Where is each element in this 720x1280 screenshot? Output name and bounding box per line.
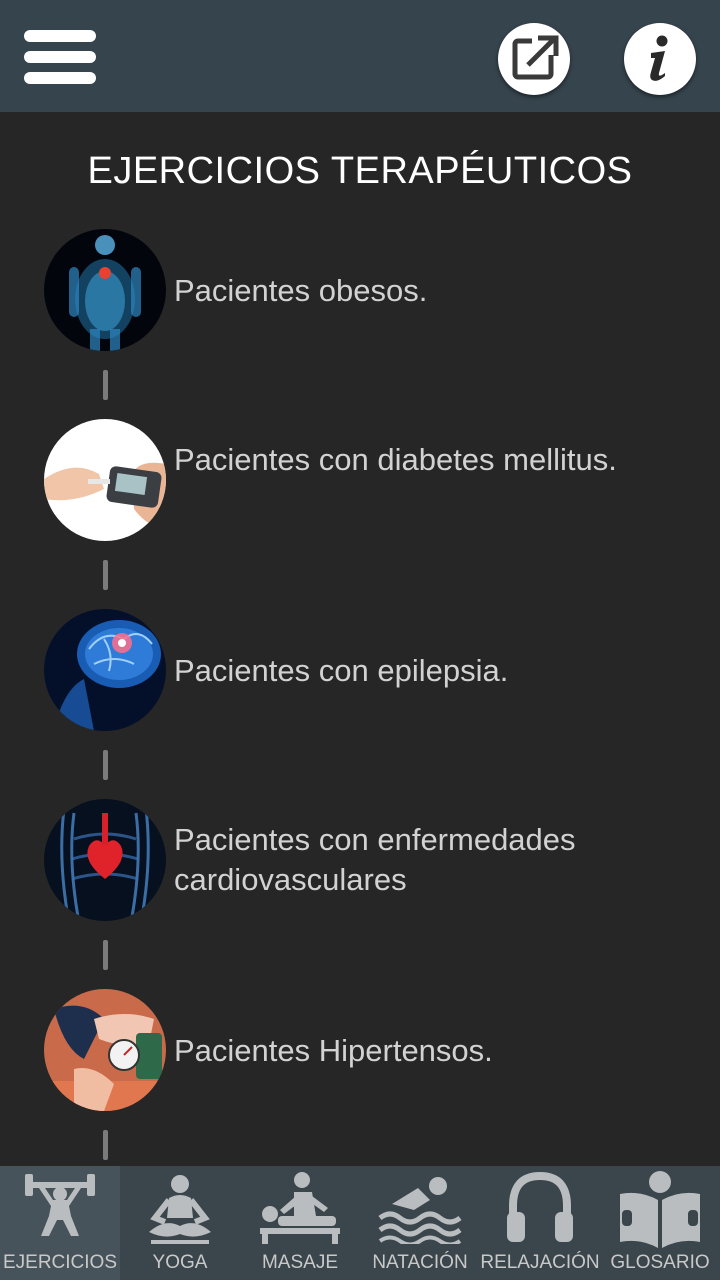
connector-dash xyxy=(103,560,108,590)
tab-ejercicios[interactable]: EJERCICIOS xyxy=(0,1166,120,1280)
item-label: Pacientes con epilepsia. xyxy=(174,653,509,688)
tab-natacion[interactable]: NATACIÓN xyxy=(360,1166,480,1280)
tab-label: GLOSARIO xyxy=(610,1252,710,1273)
glucose-meter-image xyxy=(44,419,166,541)
brain-image xyxy=(44,609,166,731)
connector-dash xyxy=(103,750,108,780)
tab-label: RELAJACIÓN xyxy=(480,1252,600,1273)
blood-pressure-image xyxy=(44,989,166,1111)
item-label: Pacientes con enfermedades cardiovascula… xyxy=(174,822,576,897)
item-label: Pacientes Hipertensos. xyxy=(174,1033,493,1068)
tab-masaje[interactable]: MASAJE xyxy=(240,1166,360,1280)
therapy-list: Pacientes obesos. Pacientes con diabetes… xyxy=(0,0,720,1166)
yoga-icon xyxy=(149,1175,211,1244)
headphones-icon xyxy=(507,1171,573,1242)
massage-icon xyxy=(260,1172,340,1244)
tab-glosario[interactable]: GLOSARIO xyxy=(600,1166,720,1280)
tab-relajacion[interactable]: RELAJACIÓN xyxy=(480,1166,600,1280)
tab-label: MASAJE xyxy=(261,1252,339,1273)
tab-label: NATACIÓN xyxy=(372,1252,468,1273)
item-label: Pacientes obesos. xyxy=(174,273,428,308)
heart-chest-image xyxy=(44,799,166,921)
list-item-obesos[interactable]: Pacientes obesos. xyxy=(44,229,684,353)
swimmer-icon xyxy=(378,1177,462,1244)
connector-dash xyxy=(103,370,108,400)
tab-label: EJERCICIOS xyxy=(2,1252,118,1273)
list-item-hipertensos[interactable]: Pacientes Hipertensos. xyxy=(44,989,684,1113)
tab-label: YOGA xyxy=(152,1252,208,1273)
list-item-epilepsia[interactable]: Pacientes con epilepsia. xyxy=(44,609,684,733)
weightlifter-icon xyxy=(25,1174,95,1236)
reading-book-icon xyxy=(620,1171,700,1248)
connector-dash xyxy=(103,940,108,970)
connector-dash xyxy=(103,1130,108,1160)
obese-body-xray-image xyxy=(44,229,166,351)
list-item-cardiovasculares[interactable]: Pacientes con enfermedades cardiovascula… xyxy=(44,799,684,923)
list-item-diabetes[interactable]: Pacientes con diabetes mellitus. xyxy=(44,419,684,543)
bottom-navigation: EJERCICIOS YOGA MASAJE NATACIÓN RELAJACI… xyxy=(0,1166,720,1280)
tab-yoga[interactable]: YOGA xyxy=(120,1166,240,1280)
item-label: Pacientes con diabetes mellitus. xyxy=(174,442,617,477)
